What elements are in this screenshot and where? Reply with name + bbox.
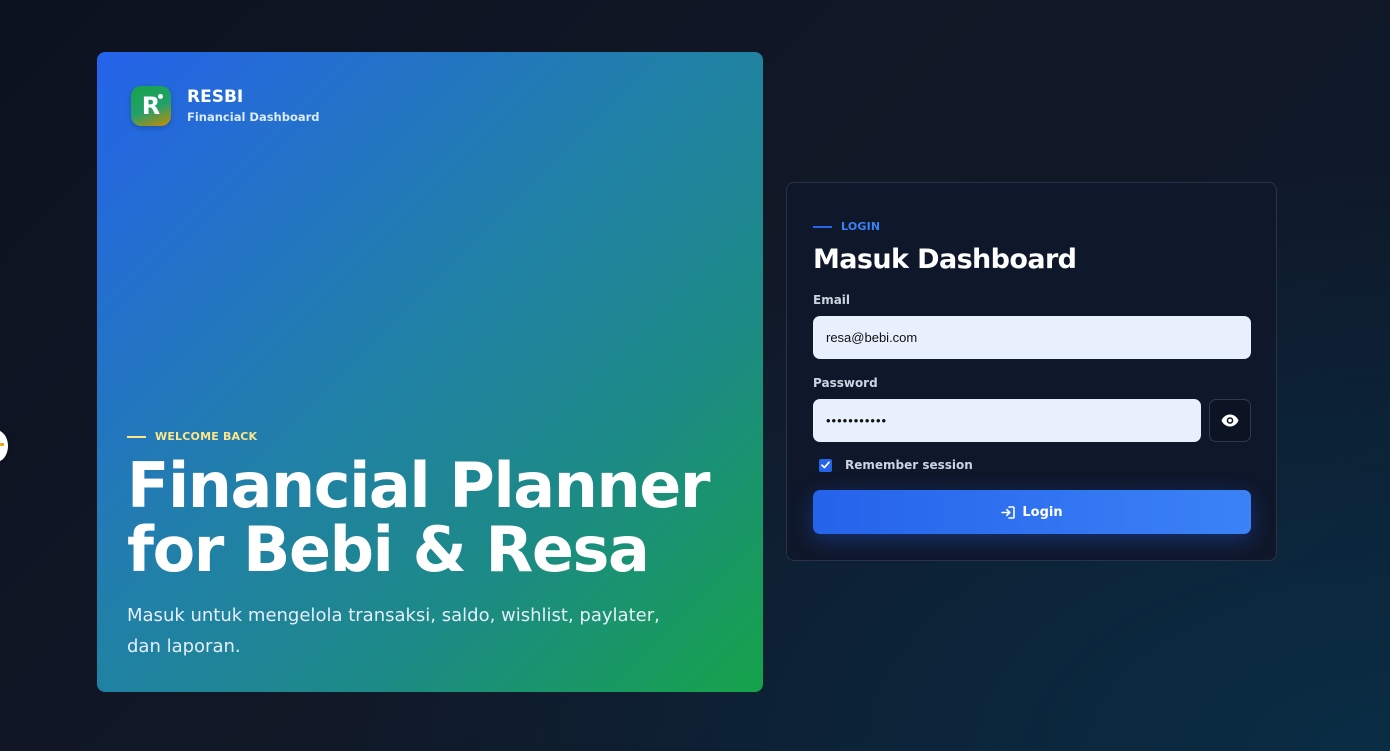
hero-panel: R RESBI Financial Dashboard WELCOME BACK…	[97, 52, 763, 692]
hero-description: Masuk untuk mengelola transaksi, saldo, …	[127, 605, 660, 657]
login-icon	[1001, 505, 1016, 519]
eye-icon	[1221, 414, 1239, 427]
login-title: Masuk Dashboard	[813, 244, 1077, 275]
hero-headline: Financial Planner for Bebi & Resa	[127, 454, 747, 582]
remember-checkbox[interactable]	[819, 458, 832, 472]
eyebrow-line	[127, 435, 146, 438]
email-label: Email	[813, 293, 851, 307]
brand-name: RESBI	[187, 87, 244, 107]
hero-headline-line-2: for Bebi & Resa	[127, 513, 650, 586]
login-button-label: Login	[1022, 504, 1063, 520]
brand-logo-dot	[158, 94, 163, 99]
floating-widget-button[interactable]	[0, 430, 8, 462]
brand-subtitle: Financial Dashboard	[187, 110, 320, 124]
toggle-password-button[interactable]	[1209, 399, 1251, 442]
eyebrow-line	[813, 225, 832, 228]
checkmark-icon	[821, 461, 830, 469]
brand-text: RESBI Financial Dashboard	[187, 87, 320, 125]
login-card: LOGIN Masuk Dashboard Email Password Rem…	[786, 182, 1277, 561]
login-eyebrow-text: LOGIN	[841, 220, 881, 233]
hero-eyebrow: WELCOME BACK	[127, 430, 257, 443]
password-field[interactable]	[813, 399, 1201, 442]
hero-headline-line-1: Financial Planner	[127, 449, 710, 522]
email-field[interactable]	[813, 316, 1251, 359]
login-button[interactable]: Login	[813, 490, 1251, 534]
remember-label: Remember session	[845, 458, 973, 472]
brand-logo: R	[131, 86, 171, 126]
password-label: Password	[813, 376, 878, 390]
login-eyebrow: LOGIN	[813, 220, 880, 233]
remember-session[interactable]: Remember session	[819, 458, 973, 472]
brand: R RESBI Financial Dashboard	[131, 86, 320, 126]
hero-eyebrow-text: WELCOME BACK	[155, 430, 258, 443]
